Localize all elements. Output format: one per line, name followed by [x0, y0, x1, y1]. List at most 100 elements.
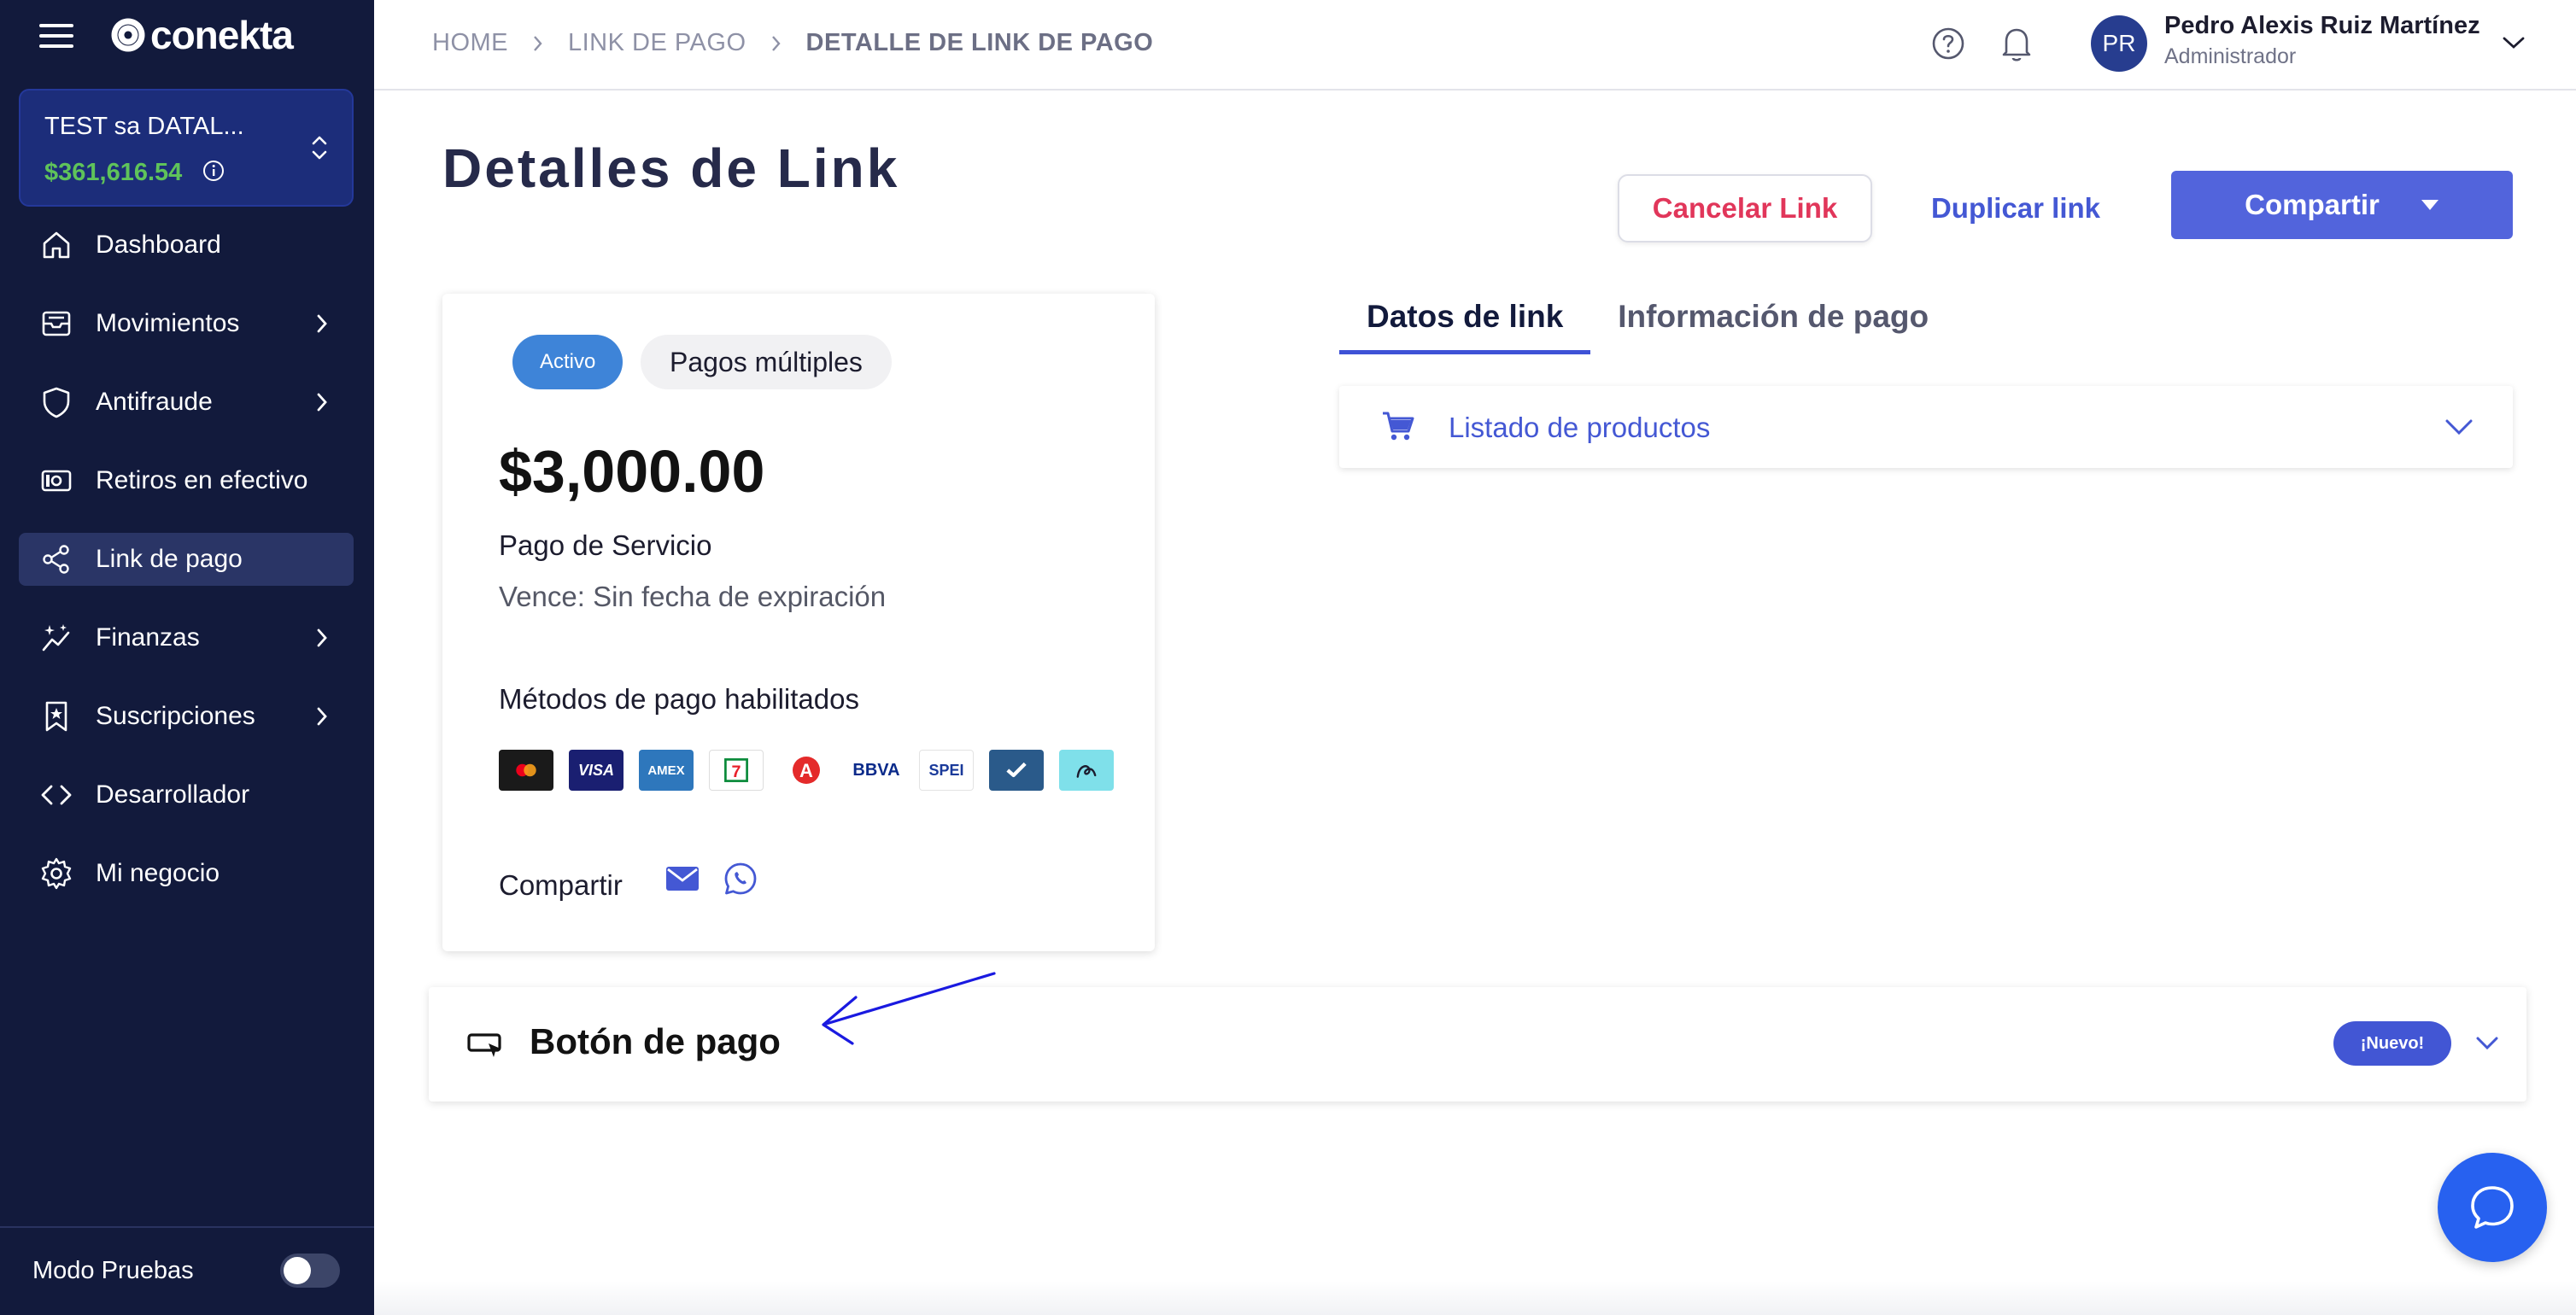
inbox-icon — [42, 311, 71, 336]
breadcrumb-home[interactable]: HOME — [432, 29, 508, 57]
seven-eleven-icon: 7 — [709, 750, 764, 791]
banorte-icon — [989, 750, 1044, 791]
test-mode-label: Modo Pruebas — [32, 1257, 194, 1284]
sidebar-item-label: Antifraude — [96, 388, 213, 416]
amex-icon: AMEX — [639, 750, 694, 791]
link-type-badge: Pagos múltiples — [641, 335, 892, 389]
chevron-down-icon[interactable] — [2501, 34, 2526, 51]
svg-text:A: A — [799, 760, 813, 781]
sidebar-item-retiros[interactable]: Retiros en efectivo — [19, 454, 354, 507]
sidebar-footer: Modo Pruebas — [0, 1226, 374, 1315]
brand-name: conekta — [150, 13, 294, 57]
spei-icon: SPEI — [919, 750, 974, 791]
whatsapp-icon[interactable] — [723, 861, 758, 897]
visa-icon: VISA — [569, 750, 624, 791]
sidebar-item-movimientos[interactable]: Movimientos — [19, 297, 354, 350]
top-bar: HOME LINK DE PAGO DETALLE DE LINK DE PAG… — [374, 0, 2576, 91]
chevron-updown-icon — [312, 136, 327, 160]
sidebar: conekta TEST sa DATAL... $361,616.54 Das… — [0, 0, 374, 1315]
sidebar-item-antifraude[interactable]: Antifraude — [19, 376, 354, 429]
breadcrumb: HOME LINK DE PAGO DETALLE DE LINK DE PAG… — [432, 29, 1153, 57]
bookmark-star-icon — [45, 701, 67, 732]
mail-icon[interactable] — [664, 864, 700, 893]
gear-icon — [41, 857, 72, 890]
user-role: Administrador — [2164, 44, 2297, 68]
sparkle-chart-icon — [42, 624, 70, 652]
user-name: Pedro Alexis Ruiz Martínez — [2164, 12, 2480, 39]
sidebar-item-suscripciones[interactable]: Suscripciones — [19, 690, 354, 743]
bottom-fade — [374, 1281, 2576, 1315]
link-detail-card: Activo Pagos múltiples $3,000.00 Pago de… — [442, 294, 1155, 951]
breadcrumb-current: DETALLE DE LINK DE PAGO — [805, 29, 1154, 56]
conekta-logo-icon — [111, 18, 145, 52]
help-icon[interactable] — [1930, 26, 1966, 61]
sidebar-item-label: Mi negocio — [96, 859, 220, 887]
sidebar-item-dashboard[interactable]: Dashboard — [19, 219, 354, 272]
farmacias-del-ahorro-icon: A — [779, 750, 834, 791]
sidebar-item-label: Movimientos — [96, 309, 240, 337]
link-amount: $3,000.00 — [499, 438, 765, 505]
chevron-right-icon — [317, 628, 327, 647]
share-icon — [43, 545, 69, 574]
products-accordion[interactable]: Listado de productos — [1339, 386, 2513, 468]
button-click-icon — [467, 1033, 501, 1057]
chevron-down-icon — [2445, 419, 2473, 435]
svg-text:7: 7 — [731, 763, 741, 781]
chevron-down-icon — [2476, 1037, 2498, 1050]
account-name: TEST sa DATAL... — [44, 113, 244, 140]
cart-icon — [1383, 412, 1414, 441]
account-selector[interactable]: TEST sa DATAL... $361,616.54 — [19, 89, 354, 207]
new-badge: ¡Nuevo! — [2333, 1021, 2451, 1066]
share-label: Compartir — [499, 869, 623, 901]
sidebar-item-label: Finanzas — [96, 623, 200, 652]
sidebar-item-label: Link de pago — [96, 545, 243, 573]
sidebar-nav: Dashboard Movimientos Antifraude Retiros… — [19, 219, 354, 926]
link-concept: Pago de Servicio — [499, 529, 712, 561]
bell-icon[interactable] — [1999, 24, 2034, 63]
test-mode-toggle[interactable] — [280, 1254, 340, 1288]
payment-button-accordion[interactable]: Botón de pago ¡Nuevo! — [429, 987, 2526, 1102]
share-button[interactable]: Compartir — [2171, 171, 2513, 239]
chevron-right-icon — [771, 35, 781, 51]
sidebar-item-finanzas[interactable]: Finanzas — [19, 611, 354, 664]
info-icon[interactable] — [202, 159, 225, 183]
sidebar-item-label: Retiros en efectivo — [96, 466, 308, 494]
caret-down-icon — [2421, 200, 2438, 210]
page-title: Detalles de Link — [442, 137, 900, 199]
products-label: Listado de productos — [1449, 412, 1711, 443]
chat-button[interactable] — [2438, 1153, 2547, 1262]
shield-icon — [43, 387, 70, 418]
home-icon — [43, 231, 70, 259]
cancel-link-button[interactable]: Cancelar Link — [1618, 174, 1872, 243]
menu-icon[interactable] — [39, 24, 73, 48]
sidebar-item-label: Suscripciones — [96, 702, 255, 730]
detail-tabs: Datos de link Información de pago — [1339, 294, 1956, 354]
account-balance: $361,616.54 — [44, 159, 183, 186]
chevron-right-icon — [317, 707, 327, 726]
sidebar-item-desarrollador[interactable]: Desarrollador — [19, 769, 354, 821]
link-expiry: Vence: Sin fecha de expiración — [499, 581, 887, 612]
breadcrumb-link-de-pago[interactable]: LINK DE PAGO — [568, 29, 746, 57]
aplazo-icon — [1059, 750, 1114, 791]
payment-button-label: Botón de pago — [530, 1021, 781, 1061]
chevron-right-icon — [317, 393, 327, 412]
sidebar-item-label: Dashboard — [96, 231, 221, 259]
chat-bubble-icon — [2471, 1186, 2514, 1229]
annotation-arrow-icon — [822, 972, 996, 1045]
sidebar-item-link-de-pago[interactable]: Link de pago — [19, 533, 354, 586]
status-badge: Activo — [512, 335, 624, 389]
cash-icon — [41, 470, 72, 492]
tab-datos-de-link[interactable]: Datos de link — [1339, 294, 1591, 354]
duplicate-link-button[interactable]: Duplicar link — [1905, 174, 2127, 243]
toggle-knob — [284, 1257, 311, 1284]
brand-logo[interactable]: conekta — [109, 12, 294, 58]
mastercard-icon — [499, 750, 553, 791]
sidebar-item-mi-negocio[interactable]: Mi negocio — [19, 847, 354, 900]
code-icon — [41, 785, 72, 805]
tab-informacion-de-pago[interactable]: Información de pago — [1590, 294, 1956, 354]
bbva-icon: BBVA — [849, 750, 904, 791]
avatar[interactable]: PR — [2091, 15, 2147, 72]
payment-methods-list: VISA AMEX 7 A BBVA SPEI — [499, 750, 1114, 791]
share-button-label: Compartir — [2245, 189, 2380, 220]
payment-methods-label: Métodos de pago habilitados — [499, 683, 859, 715]
